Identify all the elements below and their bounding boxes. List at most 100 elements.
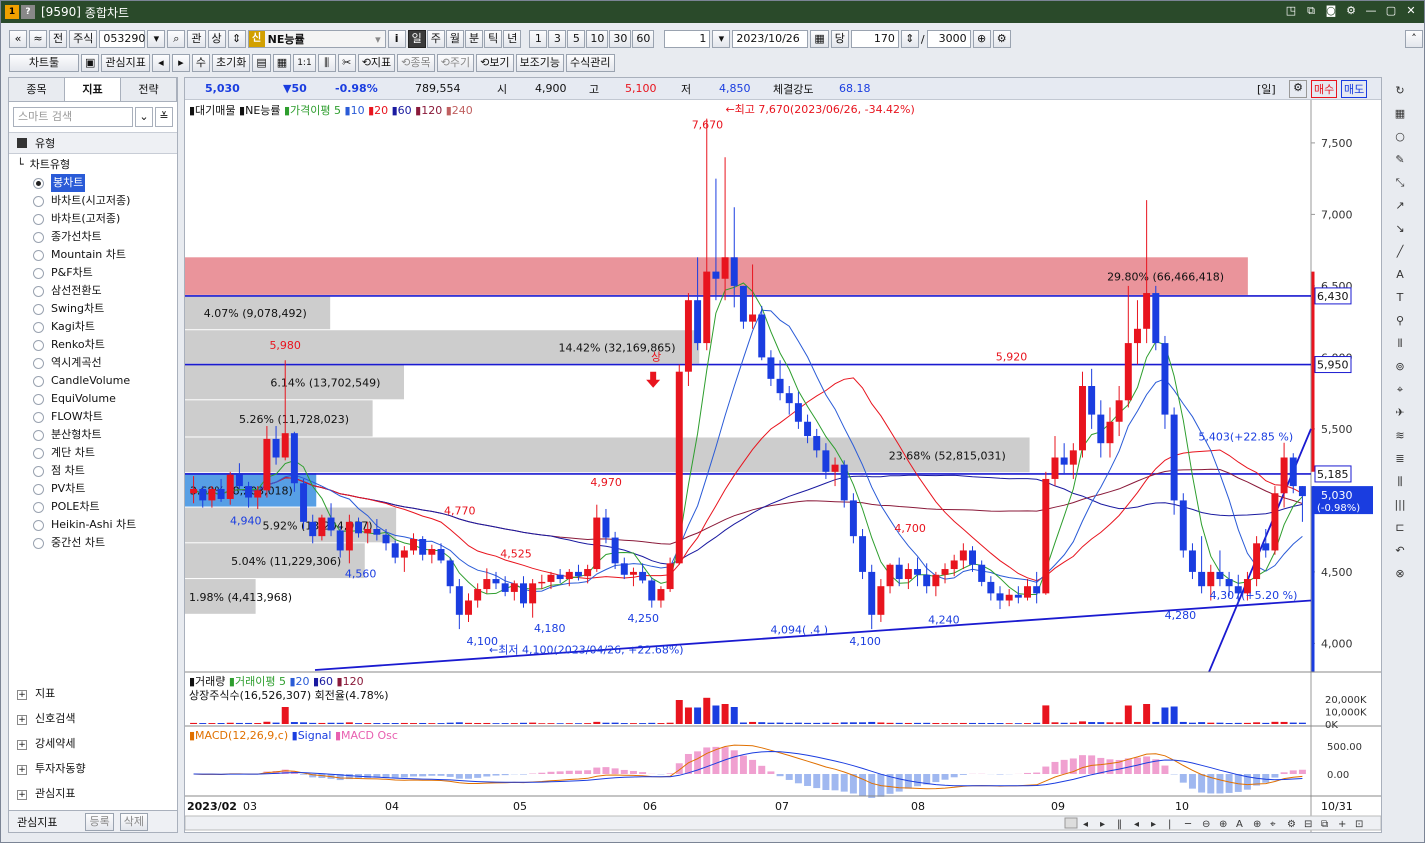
drawing-tool-16-icon[interactable]: ≣ <box>1390 449 1410 468</box>
candle-icon[interactable]: ⫼ <box>317 54 336 72</box>
chart-type-1[interactable]: 바차트(시고저종) <box>17 192 177 210</box>
indicator-button[interactable]: ⟲지표 <box>357 54 396 72</box>
right-arrow-button[interactable]: ▸ <box>171 54 190 72</box>
chart-gear-icon[interactable]: ⚙ <box>1289 79 1307 98</box>
grid-icon[interactable]: ▤ <box>252 54 271 72</box>
chart-type-2[interactable]: 바차트(고저종) <box>17 210 177 228</box>
screenshot-icon[interactable]: ◙ <box>1324 4 1338 18</box>
scroll-tool-7-icon[interactable]: ⊖ <box>1202 819 1210 830</box>
minute-button-5[interactable]: 5 <box>567 30 586 48</box>
chart-type-7[interactable]: Swing차트 <box>17 300 177 318</box>
spin-icon[interactable]: ⇕ <box>227 30 246 48</box>
buy-button[interactable]: 매수 <box>1311 79 1338 98</box>
zoom-plus-icon[interactable]: ⊕ <box>972 30 991 48</box>
scroll-tool-5-icon[interactable]: | <box>1168 819 1171 830</box>
radio-icon[interactable] <box>33 429 44 441</box>
unit-dropdown[interactable]: ▾ <box>712 30 731 48</box>
bottom-group-2[interactable]: + 강세약세 <box>9 731 177 756</box>
minute-button-1[interactable]: 1 <box>529 30 548 48</box>
period-tab-0[interactable]: 일 <box>407 30 426 48</box>
radio-icon[interactable] <box>33 303 44 315</box>
radio-icon[interactable] <box>33 501 44 513</box>
minute-button-30[interactable]: 30 <box>609 30 632 48</box>
radio-icon[interactable] <box>33 285 44 297</box>
drawing-tool-18-icon[interactable]: ||| <box>1390 495 1410 514</box>
period-tab-4[interactable]: 틱 <box>484 30 503 48</box>
period-tab-3[interactable]: 분 <box>465 30 484 48</box>
radio-icon[interactable] <box>33 411 44 423</box>
chart-type-14[interactable]: 분산형차트 <box>17 426 177 444</box>
chart-type-9[interactable]: Renko차트 <box>17 336 177 354</box>
date-input[interactable]: 2023/10/26 <box>732 30 809 48</box>
radio-icon[interactable] <box>33 375 44 387</box>
jugi-button[interactable]: ⟲주기 <box>436 54 475 72</box>
radio-icon[interactable] <box>33 393 44 405</box>
period-tab-1[interactable]: 주 <box>426 30 445 48</box>
maximize-icon[interactable]: ▢ <box>1384 4 1398 18</box>
code-dropdown[interactable]: ▾ <box>147 30 166 48</box>
drawing-tool-20-icon[interactable]: ↶ <box>1390 541 1410 560</box>
reset-button[interactable]: 초기화 <box>212 54 251 72</box>
su-button[interactable]: 수 <box>191 54 211 72</box>
display-count-input[interactable]: 170 <box>850 30 899 48</box>
close-icon[interactable]: ✕ <box>1404 4 1418 18</box>
stock-dropdown-icon[interactable]: ▾ <box>375 33 381 46</box>
help-icon[interactable]: ? <box>21 5 35 19</box>
register-button[interactable]: 등록 <box>85 812 114 831</box>
radio-icon[interactable] <box>33 537 44 549</box>
aux-function-button[interactable]: 보조기능 <box>515 54 565 72</box>
chart-type-11[interactable]: CandleVolume <box>17 372 177 390</box>
table-icon[interactable]: ▦ <box>272 54 292 72</box>
drawing-tool-1-icon[interactable]: ▦ <box>1390 104 1410 123</box>
chart-type-18[interactable]: POLE차트 <box>17 498 177 516</box>
prev-stock-button[interactable]: 전 <box>49 30 68 48</box>
drawing-tool-4-icon[interactable]: ⤡ <box>1390 173 1410 192</box>
info-button[interactable]: i <box>387 30 406 48</box>
settings-icon[interactable]: ⚙ <box>992 30 1011 48</box>
nav-prev-button[interactable]: « <box>9 30 27 48</box>
scroll-tool-3-icon[interactable]: ◂ <box>1134 819 1139 830</box>
search-options-icon[interactable]: ⌄ <box>135 107 153 127</box>
drawing-tool-8-icon[interactable]: A <box>1390 265 1410 284</box>
radio-icon[interactable] <box>33 357 44 369</box>
dang-button[interactable]: 당 <box>830 30 849 48</box>
scroll-tool-10-icon[interactable]: ⊕ <box>1253 819 1261 830</box>
left-tab-2[interactable]: 전략 <box>121 78 177 101</box>
radio-icon[interactable] <box>33 267 44 279</box>
calendar-icon[interactable]: ▦ <box>810 30 829 48</box>
bottom-group-3[interactable]: + 투자자동향 <box>9 756 177 781</box>
minute-button-3[interactable]: 3 <box>548 30 567 48</box>
drawing-tool-19-icon[interactable]: ⊏ <box>1390 518 1410 537</box>
chart-type-4[interactable]: Mountain 차트 <box>17 246 177 264</box>
chart-type-16[interactable]: 점 차트 <box>17 462 177 480</box>
tree-node-chart-type[interactable]: └ 차트유형 <box>17 156 177 174</box>
left-tab-1[interactable]: 지표 <box>65 78 121 101</box>
radio-icon[interactable] <box>33 249 44 261</box>
chart-type-5[interactable]: P&F차트 <box>17 264 177 282</box>
chart-type-10[interactable]: 역시계곡선 <box>17 354 177 372</box>
chart-type-13[interactable]: FLOW차트 <box>17 408 177 426</box>
chart-type-8[interactable]: Kagi차트 <box>17 318 177 336</box>
chart-type-17[interactable]: PV차트 <box>17 480 177 498</box>
count-spinner[interactable]: ⇕ <box>900 30 919 48</box>
chart-type-0[interactable]: 봉차트 <box>17 174 177 192</box>
drawing-tool-10-icon[interactable]: ⚲ <box>1390 311 1410 330</box>
minute-button-10[interactable]: 10 <box>586 30 609 48</box>
bottom-group-0[interactable]: + 지표 <box>9 681 177 706</box>
unit-count-input[interactable]: 1 <box>664 30 711 48</box>
total-count-input[interactable]: 3000 <box>926 30 971 48</box>
radio-icon[interactable] <box>33 231 44 243</box>
chart-type-12[interactable]: EquiVolume <box>17 390 177 408</box>
chart-area[interactable]: 5,030 ▼50 -0.98% 789,554 시 4,900 고 5,100… <box>184 77 1382 833</box>
collapse-chevron-icon[interactable]: ˄ <box>1405 30 1423 48</box>
market-select[interactable]: 주식 <box>69 30 98 48</box>
one-to-one-button[interactable]: 1:1 <box>293 54 316 72</box>
chart-type-3[interactable]: 종가선차트 <box>17 228 177 246</box>
chart-type-20[interactable]: 중간선 차트 <box>17 534 177 552</box>
smart-search-input[interactable]: 스마트 검색 <box>13 107 133 127</box>
scroll-tool-2-icon[interactable]: ‖ <box>1117 819 1122 830</box>
chart-type-19[interactable]: Heikin-Ashi 차트 <box>17 516 177 534</box>
scroll-thumb[interactable] <box>1064 817 1078 829</box>
bottom-group-4[interactable]: + 관심지표 <box>9 781 177 806</box>
drawing-tool-12-icon[interactable]: ⊚ <box>1390 357 1410 376</box>
